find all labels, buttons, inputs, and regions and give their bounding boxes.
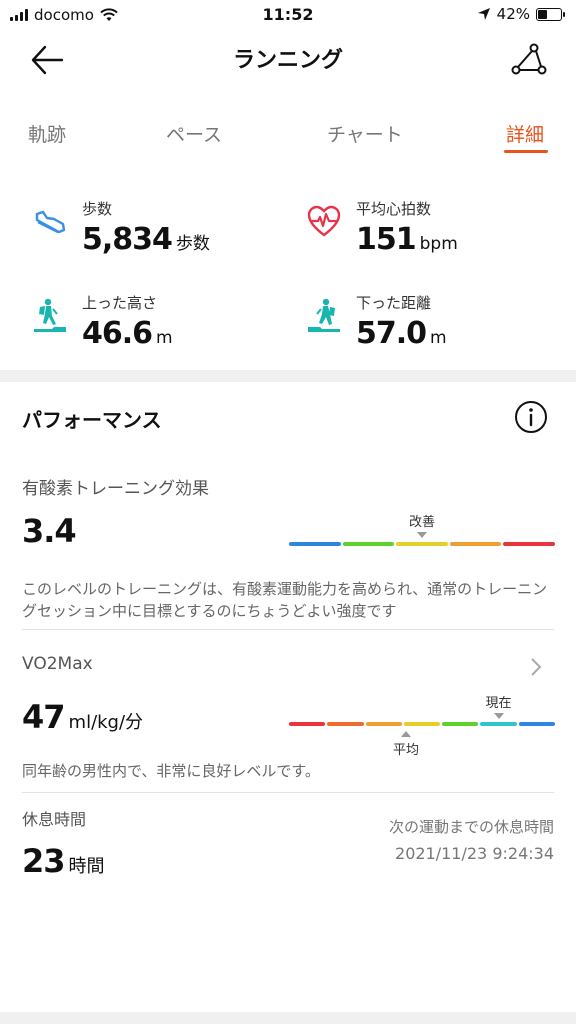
metric-unit: bpm	[419, 234, 458, 254]
page-title: ランニング	[232, 48, 343, 73]
metric-label: 歩数	[82, 200, 113, 218]
scale-segment	[365, 722, 402, 726]
tab-bar: 軌跡 ペース チャート 詳細	[0, 110, 576, 158]
battery-percent: 42%	[496, 5, 530, 23]
rest-label: 休息時間	[22, 810, 87, 829]
rest-next-time: 2021/11/23 9:24:34	[395, 844, 554, 863]
metric-value: 151 bpm	[356, 222, 458, 257]
scale-segment	[403, 722, 441, 726]
metric-unit: 歩数	[175, 234, 210, 254]
vo2max-average-marker-icon	[401, 731, 411, 737]
divider	[22, 629, 554, 630]
aerobic-value: 3.4	[22, 512, 77, 550]
vo2max-value: 47 ml/kg/分	[22, 698, 144, 736]
aerobic-marker-label: 改善	[408, 515, 435, 530]
heart-rate-icon	[307, 205, 341, 237]
scale-segment	[518, 722, 555, 726]
metric-value: 57.0 m	[356, 316, 447, 351]
metric-unit: m	[156, 328, 173, 348]
active-tab-indicator	[504, 150, 548, 153]
nav-header: ランニング	[0, 30, 576, 90]
vo2max-label: VO2Max	[22, 654, 93, 674]
aerobic-label: 有酸素トレーニング効果	[22, 479, 209, 499]
metric-unit: m	[430, 328, 447, 348]
aerobic-description: このレベルのトレーニングは、有酸素運動能力を高められ、通常のトレーニングセッショ…	[22, 580, 548, 620]
scale-segment	[480, 722, 517, 726]
info-icon[interactable]	[514, 400, 548, 434]
rest-next-label: 次の運動までの休息時間	[388, 818, 554, 836]
battery-icon	[536, 7, 565, 21]
metric-value: 46.6 m	[82, 316, 173, 351]
metric-ascent: 上った高さ 46.6 m	[32, 292, 282, 362]
hiker-down-icon	[308, 298, 340, 332]
tab-track[interactable]: 軌跡	[28, 120, 66, 147]
scale-segment	[342, 542, 395, 546]
rest-value: 23 時間	[22, 842, 105, 880]
vo2max-unit: ml/kg/分	[68, 712, 144, 733]
scale-segment	[289, 542, 341, 546]
tab-pace[interactable]: ペース	[166, 120, 222, 147]
metric-heart-rate: 平均心拍数 151 bpm	[306, 198, 556, 268]
metric-label: 上った高さ	[82, 294, 158, 312]
section-divider	[0, 370, 576, 382]
metric-label: 下った距離	[356, 294, 432, 312]
chevron-right-icon[interactable]	[528, 656, 544, 678]
scale-segment	[442, 722, 479, 726]
metric-descent: 下った距離 57.0 m	[306, 292, 556, 362]
tab-details[interactable]: 詳細	[506, 120, 544, 147]
vo2max-average-label: 平均	[392, 743, 419, 758]
location-arrow-icon	[477, 8, 490, 20]
tab-chart[interactable]: チャート	[327, 120, 403, 147]
vo2max-current-marker-icon	[493, 713, 504, 719]
divider	[22, 792, 554, 793]
bottom-divider	[0, 1012, 576, 1024]
scale-segment	[289, 722, 326, 726]
scale-segment	[396, 542, 448, 546]
shoe-icon	[35, 210, 66, 234]
status-right: 42%	[477, 5, 565, 23]
hiker-up-icon	[34, 298, 66, 332]
metric-value: 5,834 歩数	[82, 222, 210, 257]
vo2max-current-label: 現在	[485, 696, 512, 711]
status-bar: docomo 11:52 42%	[0, 0, 576, 30]
scale-segment	[449, 542, 502, 546]
scale-segment	[327, 722, 364, 726]
aerobic-marker-icon	[417, 532, 427, 538]
rest-unit: 時間	[68, 856, 105, 877]
scale-segment	[503, 542, 555, 546]
vo2max-description: 同年齢の男性内で、非常に良好レベルです。	[22, 762, 320, 780]
performance-title: パフォーマンス	[22, 408, 162, 432]
route-share-icon[interactable]	[508, 40, 548, 80]
metric-steps: 歩数 5,834 歩数	[32, 198, 282, 268]
metric-label: 平均心拍数	[356, 200, 432, 218]
